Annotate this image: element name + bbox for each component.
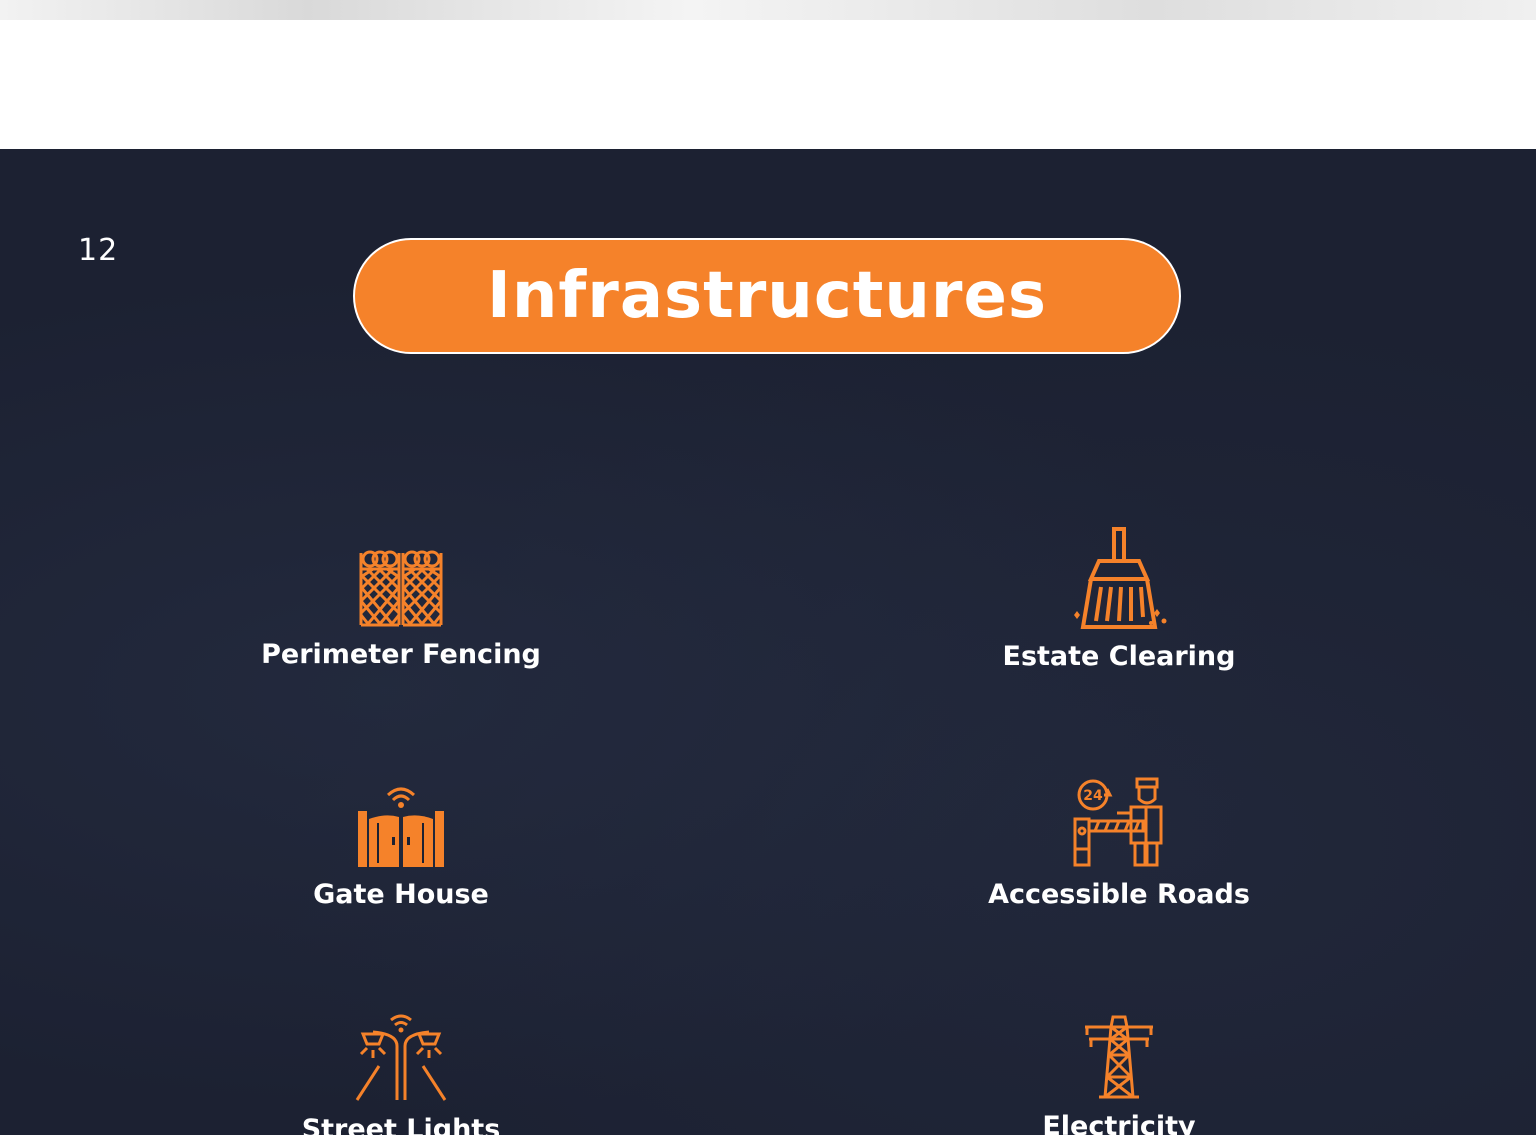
feature-street-lights: Street Lights bbox=[201, 1012, 601, 1135]
page-gap bbox=[0, 20, 1536, 149]
feature-label: Street Lights bbox=[301, 1114, 501, 1135]
security-barrier-icon: 24 bbox=[1073, 777, 1163, 867]
feature-accessible-roads: 24 Accessible Roads bbox=[919, 777, 1319, 910]
svg-text:24: 24 bbox=[1083, 788, 1103, 804]
feature-perimeter-fencing: Perimeter Fencing bbox=[201, 549, 601, 670]
title-banner: Infrastructures bbox=[353, 238, 1181, 354]
feature-estate-clearing: Estate Clearing bbox=[919, 527, 1319, 672]
page-number: 12 bbox=[78, 233, 119, 268]
feature-label: Gate House bbox=[313, 879, 489, 910]
slide-title: Infrastructures bbox=[487, 259, 1047, 333]
feature-label: Accessible Roads bbox=[988, 879, 1250, 910]
feature-label: Estate Clearing bbox=[1002, 641, 1236, 672]
feature-gate-house: Gate House bbox=[201, 783, 601, 910]
power-tower-icon bbox=[1085, 1015, 1153, 1099]
street-light-icon bbox=[355, 1014, 447, 1101]
infrastructure-slide: 12 Infrastructures Perimeter Fencing Est… bbox=[0, 149, 1536, 1135]
feature-electricity: Electricity bbox=[919, 1015, 1319, 1135]
top-background-strip bbox=[0, 0, 1536, 20]
broom-icon bbox=[1074, 527, 1167, 629]
fence-icon bbox=[359, 550, 443, 627]
feature-label: Electricity bbox=[1042, 1111, 1196, 1135]
gate-icon bbox=[358, 787, 444, 867]
feature-label: Perimeter Fencing bbox=[261, 639, 541, 670]
